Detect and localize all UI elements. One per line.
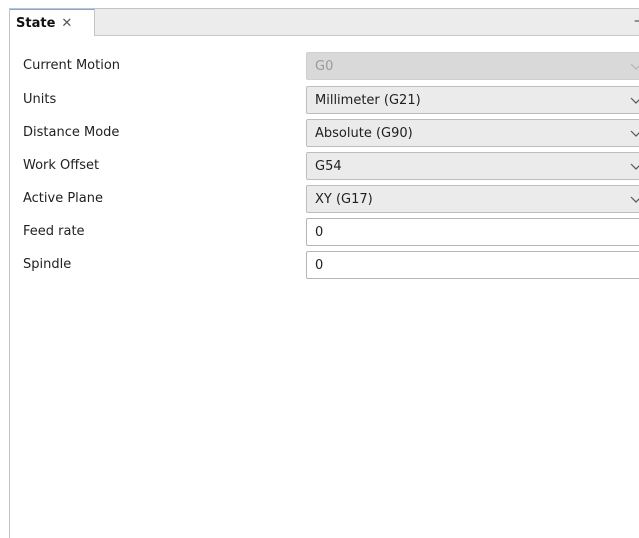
feed-rate-label: Feed rate (23, 224, 85, 239)
field-row-units: Units Millimeter (G21) (10, 86, 639, 114)
current-motion-select: G0 (306, 52, 639, 80)
state-panel: State ✕ – Current Motion G0 Units Millim… (9, 8, 639, 538)
chevron-down-icon (630, 196, 639, 203)
spindle-label: Spindle (23, 257, 72, 272)
tab-bar: State ✕ – (10, 9, 639, 36)
field-row-distance-mode: Distance Mode Absolute (G90) (10, 119, 639, 147)
chevron-down-icon (630, 97, 639, 104)
active-plane-label: Active Plane (23, 191, 103, 206)
current-motion-value: G0 (315, 58, 334, 74)
current-motion-label: Current Motion (23, 58, 121, 73)
field-row-spindle: Spindle (10, 251, 639, 279)
units-select[interactable]: Millimeter (G21) (306, 86, 639, 114)
close-icon[interactable]: ✕ (61, 17, 72, 30)
chevron-down-icon (630, 63, 639, 70)
work-offset-select[interactable]: G54 (306, 152, 639, 180)
minimize-icon[interactable]: – (634, 13, 639, 29)
chevron-down-icon (630, 163, 639, 170)
tab-label: State (16, 15, 56, 31)
chevron-down-icon (630, 130, 639, 137)
distance-mode-select[interactable]: Absolute (G90) (306, 119, 639, 147)
field-row-active-plane: Active Plane XY (G17) (10, 185, 639, 213)
units-label: Units (23, 92, 57, 107)
active-plane-select[interactable]: XY (G17) (306, 185, 639, 213)
work-offset-value: G54 (315, 158, 342, 174)
work-offset-label: Work Offset (23, 158, 100, 173)
field-row-feed-rate: Feed rate (10, 218, 639, 246)
distance-mode-value: Absolute (G90) (315, 125, 413, 141)
field-row-work-offset: Work Offset G54 (10, 152, 639, 180)
units-value: Millimeter (G21) (315, 92, 421, 108)
field-row-current-motion: Current Motion G0 (10, 52, 639, 80)
tab-state[interactable]: State ✕ (10, 9, 95, 36)
feed-rate-input[interactable] (306, 218, 639, 246)
distance-mode-label: Distance Mode (23, 125, 120, 140)
active-plane-value: XY (G17) (315, 191, 373, 207)
spindle-input[interactable] (306, 251, 639, 279)
